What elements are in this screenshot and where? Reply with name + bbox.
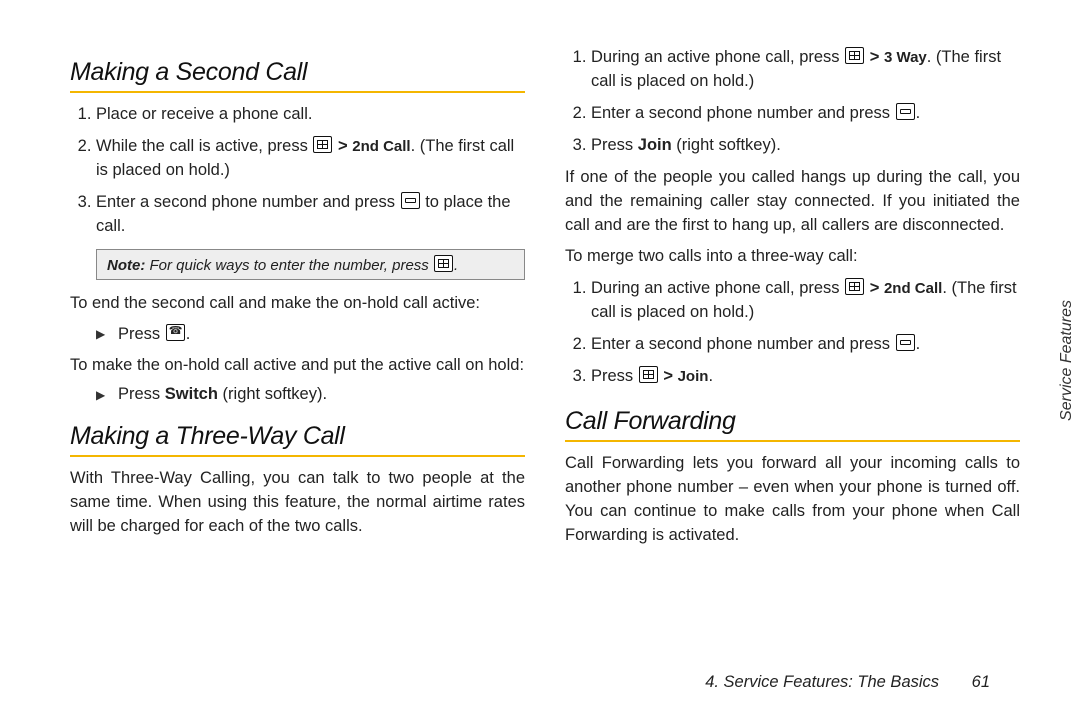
gt-symbol: >: [870, 48, 880, 66]
step-1: During an active phone call, press > 3 W…: [591, 46, 1020, 94]
paragraph: Call Forwarding lets you forward all you…: [565, 452, 1020, 548]
heading-call-forwarding: Call Forwarding: [565, 407, 1020, 436]
heading-second-call: Making a Second Call: [70, 58, 525, 87]
bullet-list: Press .: [70, 324, 525, 344]
note-text: For quick ways to enter the number, pres…: [145, 257, 433, 274]
steps-second-call: Place or receive a phone call. While the…: [70, 103, 525, 239]
bullet-item: Press .: [96, 324, 525, 344]
menu-key-icon: [639, 366, 658, 383]
text: .: [916, 335, 921, 353]
softkey-switch: Switch: [165, 385, 218, 403]
left-column: Making a Second Call Place or receive a …: [70, 40, 525, 556]
step-1: Place or receive a phone call.: [96, 103, 525, 127]
text: (right softkey).: [672, 136, 781, 154]
gt-symbol: >: [870, 279, 880, 297]
heading-three-way: Making a Three-Way Call: [70, 422, 525, 451]
two-column-layout: Making a Second Call Place or receive a …: [70, 40, 1020, 556]
step-2: While the call is active, press > 2nd Ca…: [96, 135, 525, 183]
paragraph: If one of the people you called hangs up…: [565, 166, 1020, 238]
heading-rule: [565, 440, 1020, 442]
step-2: Enter a second phone number and press .: [591, 333, 1020, 357]
menu-2nd-call: 2nd Call: [352, 138, 410, 155]
call-key-icon: [896, 334, 915, 351]
menu-key-icon: [845, 278, 864, 295]
steps-merge: During an active phone call, press > 2nd…: [565, 277, 1020, 389]
footer-section-title: 4. Service Features: The Basics: [705, 673, 939, 691]
heading-rule: [70, 455, 525, 457]
right-column: During an active phone call, press > 3 W…: [565, 40, 1020, 556]
step-1: During an active phone call, press > 2nd…: [591, 277, 1020, 325]
side-tab-label: Service Features: [1058, 300, 1076, 421]
paragraph: To merge two calls into a three-way call…: [565, 245, 1020, 269]
note-box: Note: For quick ways to enter the number…: [96, 249, 525, 280]
softkey-join: Join: [638, 136, 672, 154]
heading-rule: [70, 91, 525, 93]
end-key-icon: [166, 324, 185, 341]
menu-key-icon: [845, 47, 864, 64]
gt-symbol: >: [663, 367, 673, 385]
text: Press: [591, 367, 638, 385]
menu-3way: 3 Way: [884, 49, 927, 66]
note-label: Note:: [107, 257, 145, 274]
step-3: Press > Join.: [591, 365, 1020, 389]
step-2: Enter a second phone number and press .: [591, 102, 1020, 126]
text: Press: [118, 385, 165, 403]
text: Press: [118, 325, 165, 343]
text: While the call is active, press: [96, 137, 312, 155]
text: Press: [591, 136, 638, 154]
manual-page: Making a Second Call Place or receive a …: [0, 0, 1080, 720]
bullet-list: Press Switch (right softkey).: [70, 385, 525, 404]
bullet-item: Press Switch (right softkey).: [96, 385, 525, 404]
menu-key-icon: [434, 255, 453, 272]
page-footer: 4. Service Features: The Basics 61: [705, 673, 990, 692]
paragraph: To make the on-hold call active and put …: [70, 354, 525, 378]
paragraph: To end the second call and make the on-h…: [70, 292, 525, 316]
text: Enter a second phone number and press: [591, 335, 895, 353]
menu-join: Join: [678, 368, 709, 385]
menu-2nd-call: 2nd Call: [884, 280, 942, 297]
text: During an active phone call, press: [591, 279, 844, 297]
text: .: [186, 325, 191, 343]
text: (right softkey).: [218, 385, 327, 403]
call-key-icon: [896, 103, 915, 120]
text: During an active phone call, press: [591, 48, 844, 66]
text: Enter a second phone number and press: [591, 104, 895, 122]
menu-key-icon: [313, 136, 332, 153]
step-3: Enter a second phone number and press to…: [96, 191, 525, 239]
steps-three-way: During an active phone call, press > 3 W…: [565, 46, 1020, 158]
text: Enter a second phone number and press: [96, 193, 400, 211]
call-key-icon: [401, 192, 420, 209]
gt-symbol: >: [338, 137, 348, 155]
text: .: [708, 367, 713, 385]
page-number: 61: [972, 673, 990, 691]
paragraph: With Three-Way Calling, you can talk to …: [70, 467, 525, 539]
step-3: Press Join (right softkey).: [591, 134, 1020, 158]
text: .: [916, 104, 921, 122]
